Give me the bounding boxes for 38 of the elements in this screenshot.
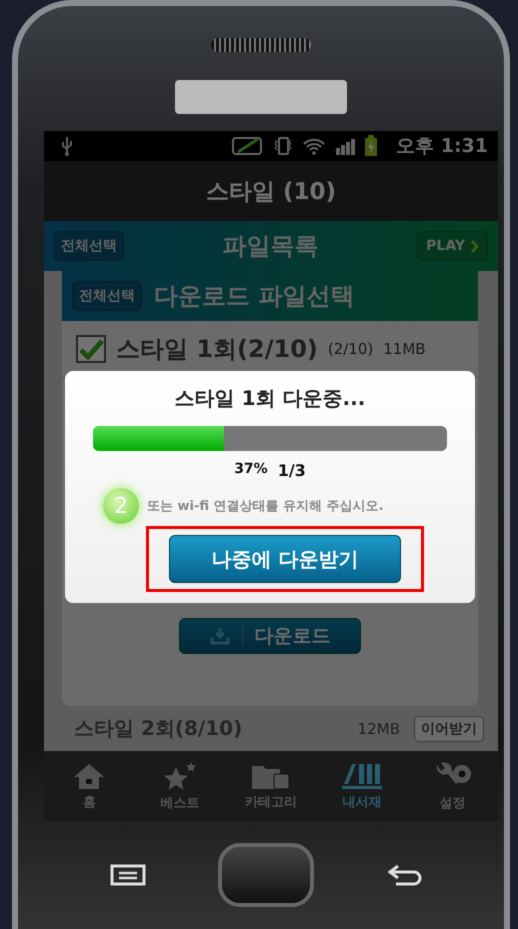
home-button[interactable]: [218, 843, 314, 907]
download-later-button[interactable]: 나중에 다운받기: [169, 535, 401, 583]
screen-title: 스타일 (10): [206, 178, 336, 206]
usb-icon: [60, 136, 74, 156]
checkbox[interactable]: [76, 335, 106, 363]
select-all-button[interactable]: 전체선택: [72, 281, 142, 311]
file-count: 1/3: [278, 461, 306, 480]
chevron-right-icon: [470, 240, 479, 252]
stars-icon: [162, 760, 198, 790]
download-button[interactable]: 다운로드: [179, 618, 361, 654]
house-icon: [72, 762, 106, 790]
tab[interactable]: 베스트: [134, 751, 226, 821]
file-size: 12MB: [358, 720, 400, 738]
part-count: (2/10): [328, 340, 374, 358]
signal-icon: [334, 136, 356, 156]
bookshelf-icon: [340, 762, 383, 790]
status-time: 오후 1:31: [396, 134, 488, 159]
tab[interactable]: 설정: [407, 751, 498, 821]
file-size: 11MB: [383, 340, 426, 358]
panel-title: 다운로드 파일선택: [154, 281, 354, 312]
connection-notice: 또는 wi-fi 연결상태를 유지해 주십시오.: [147, 498, 384, 515]
tab[interactable]: 홈: [44, 751, 135, 821]
progress-percent: 37%: [234, 461, 268, 479]
menu-icon[interactable]: [110, 864, 146, 886]
tab[interactable]: 내서재: [316, 751, 408, 821]
step-badge: 2: [103, 488, 139, 524]
list-title: 파일목록: [222, 231, 320, 262]
resume-button[interactable]: 이어받기: [414, 716, 484, 742]
download-icon: [210, 627, 230, 645]
back-icon[interactable]: [386, 863, 424, 887]
select-all-button[interactable]: 전체선택: [54, 231, 124, 261]
vibrate-icon: [272, 136, 294, 156]
tab[interactable]: 카테고리: [226, 751, 316, 821]
play-button[interactable]: PLAY: [417, 231, 488, 261]
dialog-title: 스타일 1회 다운중...: [174, 385, 366, 412]
battery-charging-icon: [364, 135, 378, 157]
wifi-icon: [302, 136, 326, 156]
file-name: 스타일 1회(2/10): [116, 334, 318, 365]
